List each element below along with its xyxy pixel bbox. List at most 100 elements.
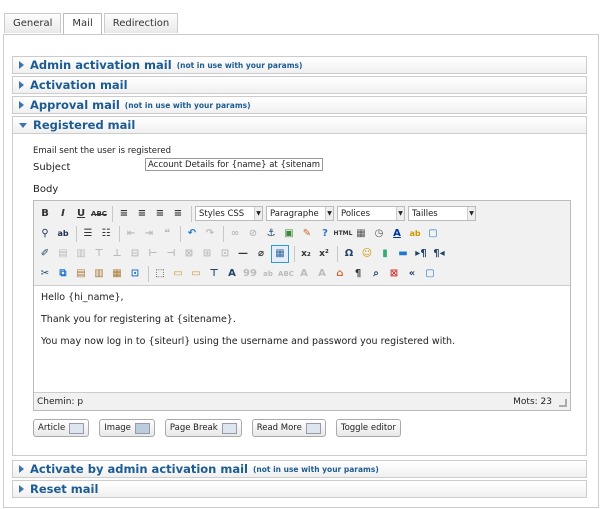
paste-text-icon[interactable]: ▥ bbox=[91, 266, 107, 282]
delete-col-icon[interactable]: ⊠ bbox=[181, 246, 197, 262]
preview-icon[interactable]: ⌕ bbox=[368, 266, 384, 282]
tab-redirection[interactable]: Redirection bbox=[103, 13, 179, 33]
dropdown-icon: ▼ bbox=[396, 207, 404, 220]
resize-handle-icon[interactable] bbox=[559, 399, 567, 407]
cleanup-icon[interactable]: ✎ bbox=[299, 226, 315, 242]
fullscreen-icon[interactable]: ▢ bbox=[425, 226, 441, 242]
insert-row-before-icon[interactable]: ⊤ bbox=[91, 246, 107, 262]
special-char-icon[interactable]: Ω bbox=[341, 246, 357, 262]
insert-col-after-icon[interactable]: ⊣ bbox=[163, 246, 179, 262]
panel-activation-mail[interactable]: Activation mail bbox=[12, 76, 587, 94]
italic-icon[interactable]: I bbox=[55, 206, 71, 222]
paste-word-icon[interactable]: ▦ bbox=[109, 266, 125, 282]
table-cell-props-icon[interactable]: ▥ bbox=[73, 246, 89, 262]
insert-row-after-icon[interactable]: ⊥ bbox=[109, 246, 125, 262]
insertion-icon[interactable]: A bbox=[314, 266, 330, 282]
editor-content[interactable]: Hello {hi_name}, Thank you for registeri… bbox=[34, 285, 570, 393]
non-breaking-icon[interactable]: ▢ bbox=[422, 266, 438, 282]
split-cells-icon[interactable]: ⊞ bbox=[199, 246, 215, 262]
show-blocks-icon[interactable]: ¶ bbox=[350, 266, 366, 282]
panel-reset-mail[interactable]: Reset mail bbox=[12, 480, 587, 498]
tab-mail[interactable]: Mail bbox=[63, 13, 102, 35]
help-icon[interactable]: ? bbox=[317, 226, 333, 242]
collapsed-arrow-icon bbox=[19, 465, 24, 473]
blockquote-icon[interactable]: ❝ bbox=[159, 226, 175, 242]
absolute-icon[interactable]: ⊤ bbox=[206, 266, 222, 282]
abbr-icon[interactable]: ab bbox=[260, 266, 276, 282]
table-row-props-icon[interactable]: ▤ bbox=[55, 246, 71, 262]
merge-cells-icon[interactable]: ⊡ bbox=[217, 246, 233, 262]
highlight-color-icon[interactable]: ab bbox=[407, 226, 423, 242]
replace-icon[interactable]: ab bbox=[55, 226, 71, 242]
align-right-icon[interactable]: ≡ bbox=[152, 206, 168, 222]
superscript-icon[interactable]: x² bbox=[316, 246, 332, 262]
edit-css-icon[interactable]: ✐ bbox=[37, 246, 53, 262]
outdent-icon[interactable]: ⇤ bbox=[123, 226, 139, 242]
rich-text-editor: B I U ABC ≡ ≡ ≡ ≡ Styles CSS ▼ Paragraphe… bbox=[33, 200, 571, 411]
html-source-icon[interactable]: HTML bbox=[334, 226, 353, 242]
print-icon[interactable]: ⊠ bbox=[386, 266, 402, 282]
panel-approval-mail[interactable]: Approval mail (not in use with your para… bbox=[12, 96, 587, 114]
visual-aid-icon[interactable]: ▦ bbox=[271, 244, 289, 263]
font-select[interactable]: Polices ▼ bbox=[337, 206, 405, 221]
date-icon[interactable]: ▦ bbox=[353, 226, 369, 242]
cite-icon[interactable]: 99 bbox=[242, 266, 258, 282]
acronym-icon[interactable]: ABC bbox=[278, 266, 294, 282]
format-select[interactable]: Paragraphe ▼ bbox=[266, 206, 334, 221]
template-icon[interactable]: ⌂ bbox=[332, 266, 348, 282]
align-justify-icon[interactable]: ≡ bbox=[170, 206, 186, 222]
paste-icon[interactable]: ▤ bbox=[73, 266, 89, 282]
dropdown-icon: ▼ bbox=[325, 207, 333, 220]
cut-icon[interactable]: ✂ bbox=[37, 266, 53, 282]
bold-icon[interactable]: B bbox=[37, 206, 53, 222]
strikethrough-icon[interactable]: ABC bbox=[91, 206, 107, 222]
horizontal-rule-icon[interactable]: — bbox=[235, 246, 251, 262]
insert-col-before-icon[interactable]: ⊢ bbox=[145, 246, 161, 262]
indent-icon[interactable]: ⇥ bbox=[141, 226, 157, 242]
image-button[interactable]: Image bbox=[99, 419, 155, 437]
insert-layer-icon[interactable]: ▬ bbox=[395, 246, 411, 262]
panel-admin-activation-mail[interactable]: Admin activation mail (not in use with y… bbox=[12, 56, 587, 74]
bullet-list-icon[interactable]: ☰ bbox=[80, 226, 96, 242]
unlink-icon[interactable]: ⊘ bbox=[245, 226, 261, 242]
remove-format-icon[interactable]: ⌀ bbox=[253, 246, 269, 262]
tab-general[interactable]: General bbox=[4, 13, 62, 33]
rtl-icon[interactable]: ¶◂ bbox=[431, 246, 447, 262]
styles-icon[interactable]: A bbox=[224, 266, 240, 282]
subscript-icon[interactable]: x₂ bbox=[298, 246, 314, 262]
ltr-icon[interactable]: ▸¶ bbox=[413, 246, 429, 262]
article-button[interactable]: Article bbox=[33, 419, 90, 437]
link-icon[interactable]: ∞ bbox=[227, 226, 243, 242]
delete-row-icon[interactable]: ⊟ bbox=[127, 246, 143, 262]
image-icon[interactable]: ▣ bbox=[281, 226, 297, 242]
emoticon-icon[interactable]: ☺ bbox=[359, 246, 375, 262]
select-all-icon[interactable]: ⊡ bbox=[127, 266, 143, 282]
panel-activate-by-admin-mail[interactable]: Activate by admin activation mail (not i… bbox=[12, 460, 587, 478]
font-color-icon[interactable]: A bbox=[389, 226, 405, 242]
blockquote2-icon[interactable]: « bbox=[404, 266, 420, 282]
toggle-editor-button[interactable]: Toggle editor bbox=[335, 419, 401, 437]
styles-select[interactable]: Styles CSS ▼ bbox=[195, 206, 263, 221]
size-select[interactable]: Tailles ▼ bbox=[408, 206, 476, 221]
panel-registered-mail[interactable]: Registered mail bbox=[12, 116, 587, 134]
dropdown-icon: ▼ bbox=[254, 207, 262, 220]
move-forward-icon[interactable]: ▭ bbox=[170, 266, 186, 282]
copy-icon[interactable]: ⧉ bbox=[55, 266, 71, 282]
redo-icon[interactable]: ↷ bbox=[202, 226, 218, 242]
numbered-list-icon[interactable]: ☷ bbox=[98, 226, 114, 242]
move-backward-icon[interactable]: ▭ bbox=[188, 266, 204, 282]
align-center-icon[interactable]: ≡ bbox=[134, 206, 150, 222]
read-more-button[interactable]: Read More bbox=[251, 419, 326, 437]
align-left-icon[interactable]: ≡ bbox=[116, 206, 132, 222]
media-icon[interactable]: ▮ bbox=[377, 246, 393, 262]
find-icon[interactable]: ⚲ bbox=[37, 226, 53, 242]
time-icon[interactable]: ◷ bbox=[371, 226, 387, 242]
anchor-icon[interactable]: ⚓ bbox=[263, 226, 279, 242]
attributes-icon[interactable]: A bbox=[296, 266, 312, 282]
underline-icon[interactable]: U bbox=[73, 206, 89, 222]
subject-input[interactable] bbox=[145, 158, 323, 171]
element-path: Chemin: p bbox=[37, 397, 84, 407]
page-break-button[interactable]: Page Break bbox=[164, 419, 242, 437]
undo-icon[interactable]: ↶ bbox=[184, 226, 200, 242]
insert-layer2-icon[interactable]: ⬚ bbox=[152, 266, 168, 282]
